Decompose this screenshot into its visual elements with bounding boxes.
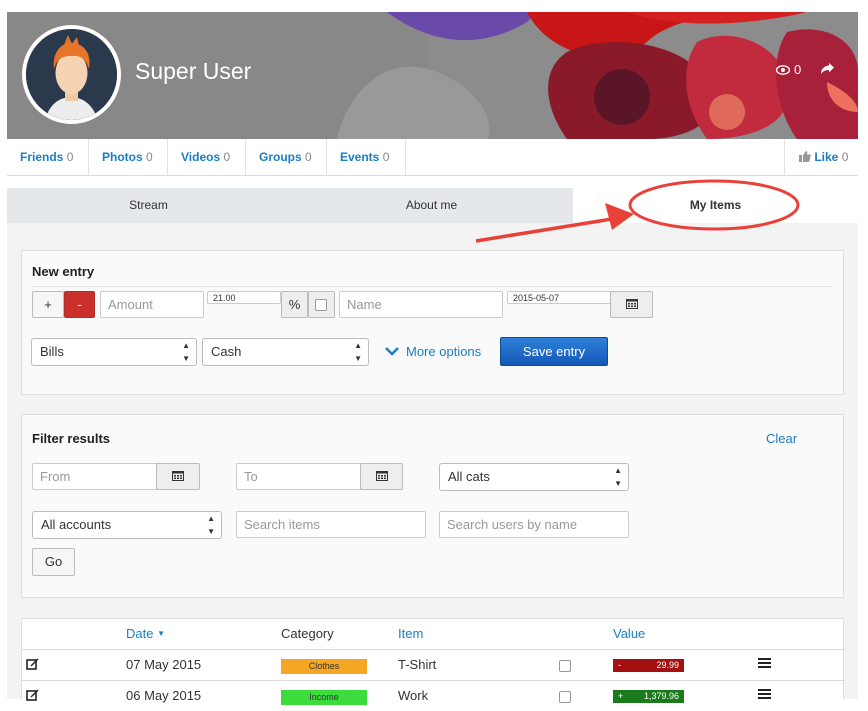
row-checkbox[interactable] [559,660,571,672]
row-date: 06 May 2015 [126,688,202,703]
category-select[interactable]: Bills ▲ ▼ [31,338,197,366]
go-button[interactable]: Go [32,548,75,576]
events-tab[interactable]: Events 0 [327,139,406,176]
calendar-icon [375,471,388,481]
minus-button[interactable]: - [64,291,95,318]
save-entry-button[interactable]: Save entry [500,337,608,366]
more-options-link[interactable]: More options [385,344,481,359]
connections-bar: Friends 0 Photos 0 Videos 0 Groups 0 Eve… [7,139,858,176]
row-item: Work [398,688,429,703]
edit-icon[interactable] [26,657,39,670]
new-entry-panel: New entry [21,250,844,395]
row-item: T-Shirt [398,657,437,672]
views-counter: 0 [776,62,801,77]
filter-panel: Filter results Clear [21,414,844,598]
tab-stream[interactable]: Stream [7,188,290,223]
friends-tab[interactable]: Friends 0 [7,139,89,176]
tax-toggle[interactable] [308,291,335,318]
value-column-header[interactable]: Value [613,626,645,641]
profile-name: Super User [135,58,252,84]
new-entry-title: New entry [32,264,95,279]
date-column-header[interactable]: Date ▼ [126,626,165,641]
items-table: Date ▼ Category Item Value 07 May 2015 C… [21,618,845,705]
edit-icon[interactable] [26,688,39,701]
eye-icon [776,64,790,75]
sort-desc-icon: ▼ [157,629,166,638]
search-items-input[interactable]: Search items [236,511,426,538]
avatar-icon [26,29,117,120]
tab-my-items[interactable]: My Items [573,188,858,223]
thumbs-up-icon [799,151,811,162]
clear-link[interactable]: Clear [766,431,797,446]
percent-addon: % [281,291,308,318]
row-value: -29.99 [613,659,684,672]
photos-tab[interactable]: Photos 0 [89,139,168,176]
profile-tabs: Stream About me My Items [7,188,858,223]
to-date-input[interactable]: To [236,463,362,490]
calendar-button[interactable] [610,291,653,318]
chevron-down-icon [385,347,399,356]
views-count: 0 [794,62,802,77]
calendar-icon [172,471,184,481]
from-calendar-button[interactable] [156,463,200,490]
account-select[interactable]: Cash ▲ ▼ [202,338,369,366]
tax-input[interactable]: 21.00 [207,291,281,304]
videos-tab[interactable]: Videos 0 [168,139,246,176]
groups-tab[interactable]: Groups 0 [246,139,327,176]
to-calendar-button[interactable] [360,463,403,490]
amount-input[interactable]: Amount [100,291,204,318]
table-row[interactable]: 07 May 2015 Clothes T-Shirt -29.99 [22,649,845,680]
filter-title: Filter results [32,431,111,446]
category-badge: Income [281,690,367,705]
like-button[interactable]: Like 0 [784,139,858,176]
date-input[interactable]: 2015-05-07 [507,291,611,304]
avatar[interactable] [22,25,121,124]
share-icon[interactable] [821,62,834,78]
row-value: +1,379.96 [613,690,684,703]
table-row[interactable]: 06 May 2015 Income Work +1,379.96 [22,680,845,711]
tab-about-me[interactable]: About me [290,188,573,223]
accounts-filter-select[interactable]: All accounts ▲ ▼ [32,511,222,539]
calendar-icon [625,299,638,309]
list-icon[interactable] [758,689,771,701]
list-icon[interactable] [758,658,771,670]
from-date-input[interactable]: From [32,463,158,490]
plus-button[interactable]: + [32,291,64,318]
name-input[interactable]: Name [339,291,503,318]
category-column-header: Category [281,626,334,641]
tax-checkbox[interactable] [315,299,327,311]
categories-filter-select[interactable]: All cats ▲ ▼ [439,463,629,491]
row-checkbox[interactable] [559,691,571,703]
category-badge: Clothes [281,659,367,674]
item-column-header[interactable]: Item [398,626,423,641]
row-date: 07 May 2015 [126,657,202,672]
search-users-input[interactable]: Search users by name [439,511,629,538]
